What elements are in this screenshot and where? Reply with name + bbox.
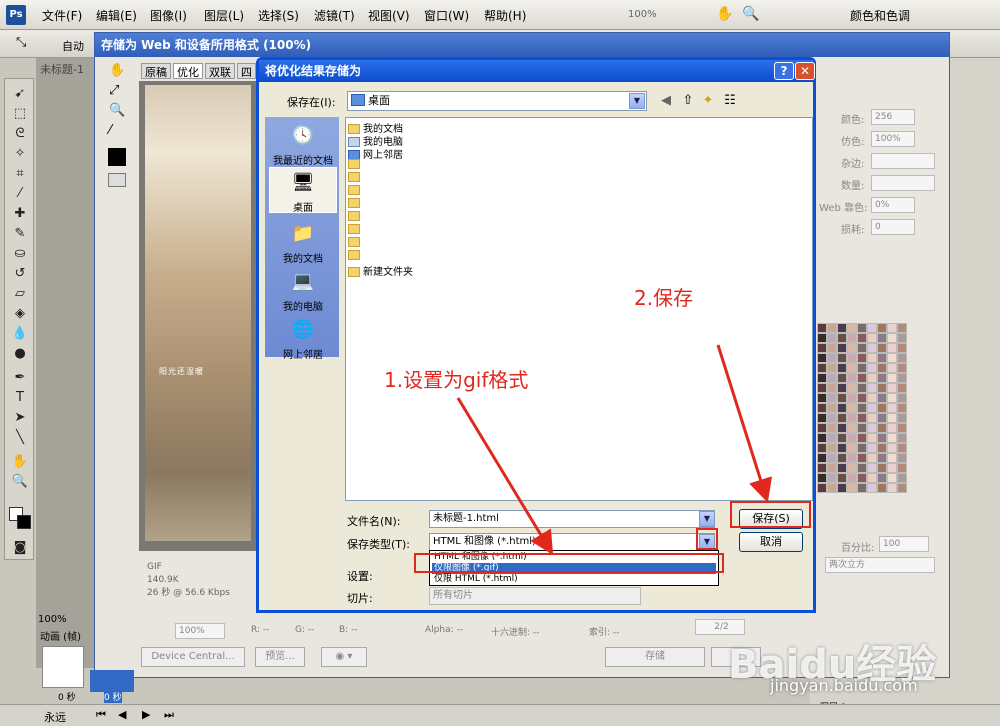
watermark-url: jingyan.baidu.com [770,676,918,695]
arrow-to-save-button [716,344,773,503]
annotation-arrows [456,344,773,556]
arrow-to-gif-option [456,397,554,556]
